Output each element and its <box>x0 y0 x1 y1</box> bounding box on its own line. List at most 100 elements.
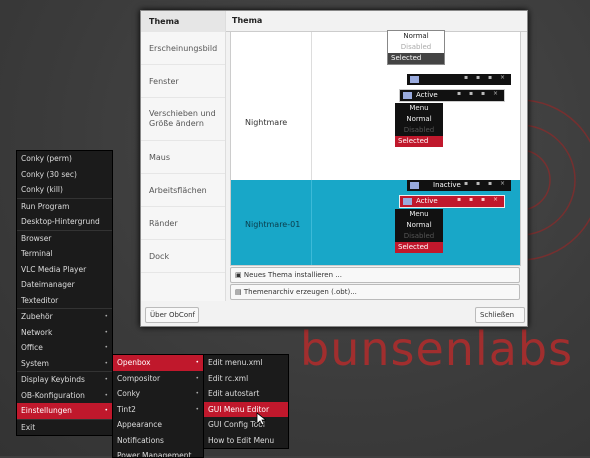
menu-item-conky-30[interactable]: Conky (30 sec) <box>17 167 112 183</box>
menu-item-conky-perm[interactable]: Conky (perm) <box>17 151 112 167</box>
preview-titlebar-active: Active ▪ ▪ ▪ × <box>399 89 505 102</box>
menu-item-notifications[interactable]: Notifications <box>113 433 203 449</box>
preview-titlebar-inactive: Inactive ▪ ▪ ▪ × <box>407 180 511 191</box>
install-theme-button[interactable]: ▣ Neues Thema installieren ... <box>230 267 520 283</box>
menu-item-browser[interactable]: Browser <box>17 229 112 247</box>
window-icon <box>403 92 412 99</box>
theme-row-nightmare[interactable]: Nightmare ▪ ▪ ▪ × Active ▪ ▪ ▪ × Menu No… <box>231 70 520 180</box>
menu-item-einstellungen[interactable]: Einstellungen • <box>17 403 112 419</box>
menu-item-dateimanager[interactable]: Dateimanager <box>17 277 112 293</box>
preview-active-label: Active <box>416 197 438 205</box>
preview-menu-light: Normal Disabled Selected <box>387 30 445 65</box>
menu-item-appearance[interactable]: Appearance <box>113 417 203 433</box>
menu-item-edit-menu-xml[interactable]: Edit menu.xml <box>204 355 288 371</box>
theme-row-nightmare-01[interactable]: Nightmare-01 Inactive ▪ ▪ ▪ × Active ▪ ▪… <box>231 180 520 265</box>
sidebar-item-maus[interactable]: Maus <box>141 141 225 174</box>
window-icon <box>403 198 412 205</box>
menu-item-conky[interactable]: Conky • <box>113 386 203 402</box>
archive-icon: ▤ <box>235 288 242 296</box>
preview-menu-item: Menu <box>409 104 429 112</box>
root-menu: Conky (perm) Conky (30 sec) Conky (kill)… <box>16 150 113 436</box>
menu-item-label: Office <box>21 343 43 352</box>
menu-item-label: Display Keybinds <box>21 375 85 384</box>
menu-item-terminal[interactable]: Terminal <box>17 246 112 262</box>
preview-menu-item: Normal <box>406 221 432 229</box>
menu-item-office[interactable]: Office • <box>17 340 112 356</box>
preview-menu-item: Disabled <box>403 232 435 240</box>
sidebar-item-arbeitsflaechen[interactable]: Arbeitsflächen <box>141 174 225 207</box>
menu-item-display-keybinds[interactable]: Display Keybinds • <box>17 371 112 388</box>
window-controls: ▪ ▪ ▪ × <box>464 180 508 187</box>
menu-item-label: Einstellungen <box>21 406 72 415</box>
menu-item-run-program[interactable]: Run Program <box>17 197 112 215</box>
sidebar-item-verschieben[interactable]: Verschieben und Größe ändern <box>141 98 225 141</box>
menu-item-label: Zubehör <box>21 312 53 321</box>
brand-wordmark: bunsenlabs <box>300 322 574 376</box>
menu-item-compositor[interactable]: Compositor • <box>113 371 203 387</box>
menu-item-label: Compositor <box>117 373 161 383</box>
menu-item-how-to-edit-menu[interactable]: How to Edit Menu <box>204 433 288 449</box>
submenu-arrow-icon: • <box>104 344 108 351</box>
menu-item-network[interactable]: Network • <box>17 325 112 341</box>
content-title: Thema <box>226 11 527 32</box>
preview-inactive-label: Inactive <box>433 181 461 189</box>
install-icon: ▣ <box>235 271 242 279</box>
create-archive-label: Themenarchiv erzeugen (.obt)... <box>243 288 357 296</box>
sidebar-item-raender[interactable]: Ränder <box>141 207 225 240</box>
menu-item-label: Conky <box>117 389 141 398</box>
submenu-arrow-icon: • <box>104 359 108 367</box>
theme-list[interactable]: Normal Disabled Selected Nightmare ▪ ▪ ▪… <box>230 30 521 266</box>
sidebar-item-dock[interactable]: Dock <box>141 240 225 273</box>
preview-menu-item: Normal <box>403 32 429 40</box>
close-button[interactable]: Schließen <box>475 307 525 323</box>
menu-item-label: Openbox <box>117 358 151 367</box>
preview-menu: Menu Normal Disabled Selected <box>395 103 443 147</box>
menu-item-power-management[interactable]: Power Management <box>113 448 203 457</box>
create-archive-button[interactable]: ▤ Themenarchiv erzeugen (.obt)... <box>230 284 520 300</box>
submenu-arrow-icon: • <box>195 359 199 366</box>
menu-item-system[interactable]: System • <box>17 356 112 372</box>
mouse-pointer-icon <box>256 412 266 426</box>
einstellungen-submenu: Openbox • Compositor • Conky • Tint2 • Appea… <box>112 354 204 458</box>
menu-item-ob-konfiguration[interactable]: OB-Konfiguration • <box>17 388 112 404</box>
menu-item-edit-rc-xml[interactable]: Edit rc.xml <box>204 371 288 387</box>
about-button[interactable]: Über ObConf <box>145 307 199 323</box>
menu-item-label: Network <box>21 327 53 337</box>
openbox-submenu: Edit menu.xml Edit rc.xml Edit autostart… <box>203 354 289 449</box>
menu-item-desktop-hintergrund[interactable]: Desktop-Hintergrund <box>17 214 112 230</box>
preview-menu-item: Normal <box>406 115 432 123</box>
sidebar-item-erscheinungsbild[interactable]: Erscheinungsbild <box>141 32 225 65</box>
theme-row-partial[interactable]: Normal Disabled Selected <box>231 30 520 70</box>
window-controls: ▪ ▪ ▪ × <box>464 74 508 81</box>
submenu-arrow-icon: • <box>104 328 108 336</box>
row-divider <box>311 32 312 70</box>
preview-menu-item: Selected <box>395 136 443 147</box>
preview-menu-item: Selected <box>388 53 444 64</box>
preview-titlebar-active: Active ▪ ▪ ▪ × <box>399 195 505 208</box>
preview-titlebar-inactive: ▪ ▪ ▪ × <box>407 74 511 85</box>
preview-menu: Menu Normal Disabled Selected <box>395 209 443 253</box>
menu-item-gui-menu-editor[interactable]: GUI Menu Editor <box>204 401 288 417</box>
sidebar-item-fenster[interactable]: Fenster <box>141 65 225 98</box>
submenu-arrow-icon: • <box>195 405 199 413</box>
menu-item-conky-kill[interactable]: Conky (kill) <box>17 182 112 198</box>
menu-item-zubehoer[interactable]: Zubehör • <box>17 308 112 325</box>
menu-item-texteditor[interactable]: Texteditor <box>17 293 112 309</box>
menu-item-edit-autostart[interactable]: Edit autostart <box>204 386 288 402</box>
menu-item-vlc[interactable]: VLC Media Player <box>17 262 112 278</box>
preview-menu-item: Selected <box>395 242 443 253</box>
window-controls: ▪ ▪ ▪ × <box>457 90 501 97</box>
theme-name: Nightmare <box>245 118 288 127</box>
menu-item-openbox[interactable]: Openbox • <box>113 355 203 371</box>
sidebar-item-thema[interactable]: Thema <box>141 11 225 32</box>
menu-item-gui-config-tool[interactable]: GUI Config Tool <box>204 417 288 433</box>
row-divider <box>311 180 312 265</box>
preview-menu-item: Disabled <box>403 126 435 134</box>
obconf-content: Thema Normal Disabled Selected Nightmare… <box>226 11 527 301</box>
preview-menu-item: Menu <box>409 210 429 218</box>
menu-item-tint2[interactable]: Tint2 • <box>113 402 203 418</box>
window-icon <box>410 76 419 83</box>
preview-menu-item: Disabled <box>400 43 432 51</box>
menu-item-exit[interactable]: Exit <box>17 418 112 436</box>
preview-active-label: Active <box>416 91 438 99</box>
